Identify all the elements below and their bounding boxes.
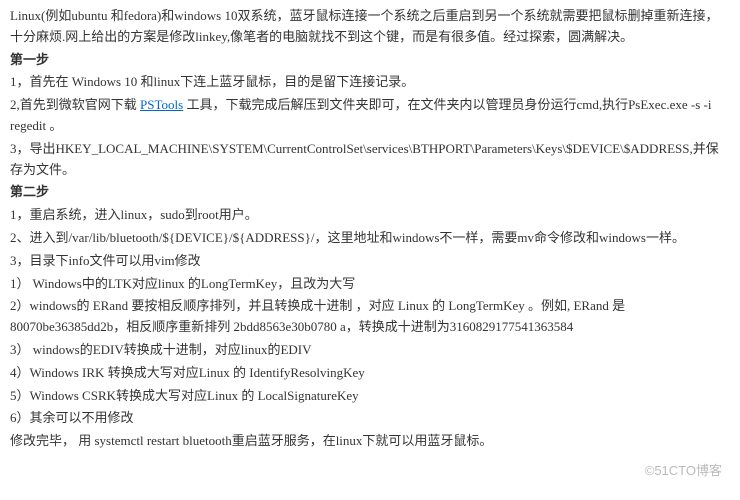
pstools-link[interactable]: PSTools xyxy=(140,97,183,112)
step2-sub3: 3） windows的EDIV转换成十进制，对应linux的EDIV xyxy=(10,340,730,361)
step1-item2-pre: 2,首先到微软官网下载 xyxy=(10,97,140,112)
step1-item3: 3，导出HKEY_LOCAL_MACHINE\SYSTEM\CurrentCon… xyxy=(10,139,730,181)
intro-paragraph: Linux(例如ubuntu 和fedora)和windows 10双系统，蓝牙… xyxy=(10,6,730,48)
step2-sub2: 2）windows的 ERand 要按相反顺序排列，并且转换成十进制 ，对应 L… xyxy=(10,296,730,338)
step1-heading: 第一步 xyxy=(10,50,730,71)
step2-final: 修改完毕， 用 systemctl restart bluetooth重启蓝牙服… xyxy=(10,431,730,452)
step2-item1: 1，重启系统，进入linux，sudo到root用户。 xyxy=(10,205,730,226)
step2-item3: 3，目录下info文件可以用vim修改 xyxy=(10,251,730,272)
step2-sub4: 4）Windows IRK 转换成大写对应Linux 的 IdentifyRes… xyxy=(10,363,730,384)
step2-sub5: 5）Windows CSRK转换成大写对应Linux 的 LocalSignat… xyxy=(10,386,730,407)
step1-item2: 2,首先到微软官网下载 PSTools 工具，下载完成后解压到文件夹即可，在文件… xyxy=(10,95,730,137)
step2-heading: 第二步 xyxy=(10,182,730,203)
step2-sub6: 6）其余可以不用修改 xyxy=(10,408,730,429)
step2-sub1: 1） Windows中的LTK对应linux 的LongTermKey，且改为大… xyxy=(10,274,730,295)
step1-item1: 1，首先在 Windows 10 和linux下连上蓝牙鼠标，目的是留下连接记录… xyxy=(10,72,730,93)
watermark-text: ©51CTO博客 xyxy=(645,461,722,482)
step2-item2: 2、进入到/var/lib/bluetooth/${DEVICE}/${ADDR… xyxy=(10,228,730,249)
